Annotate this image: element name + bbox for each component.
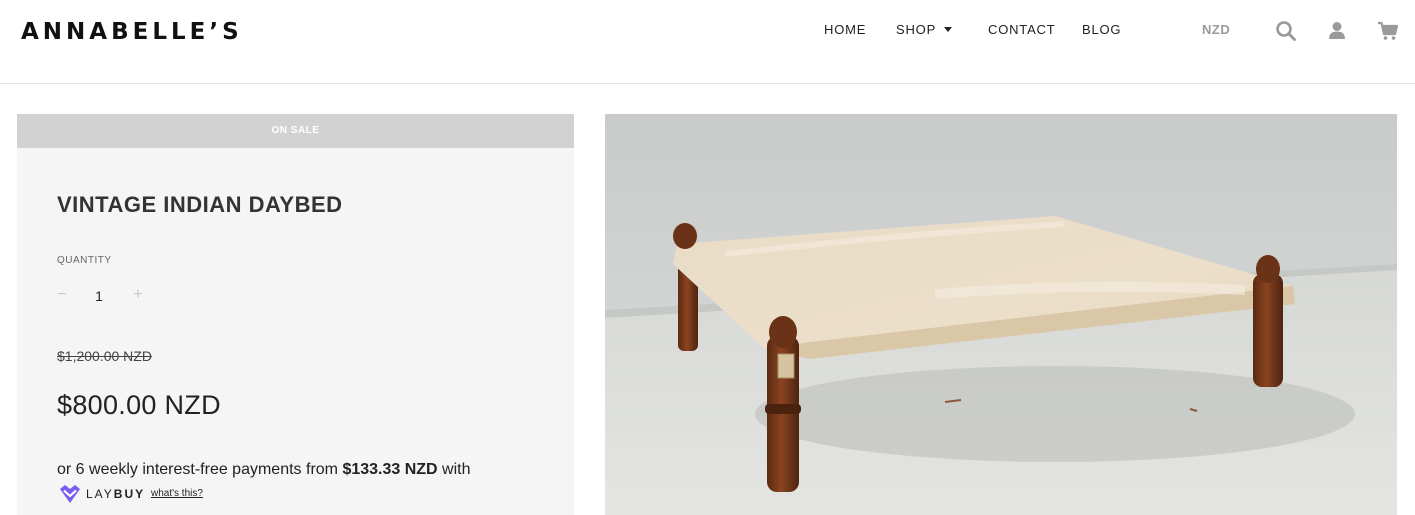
product-info-panel: ON SALE VINTAGE INDIAN DAYBED QUANTITY −… bbox=[17, 114, 574, 515]
search-icon[interactable] bbox=[1275, 20, 1297, 42]
nav-home[interactable]: HOME bbox=[824, 22, 866, 37]
product-title: VINTAGE INDIAN DAYBED bbox=[57, 192, 343, 217]
laybuy-installment-text: or 6 weekly interest-free payments from … bbox=[57, 461, 471, 479]
site-logo[interactable]: ANNABELLE’S bbox=[21, 19, 243, 45]
laybuy-wordmark-light: LAY bbox=[86, 487, 114, 501]
quantity-input[interactable] bbox=[87, 288, 111, 304]
quantity-label: QUANTITY bbox=[57, 255, 112, 266]
laybuy-heart-icon bbox=[60, 485, 80, 503]
currency-selector[interactable]: NZD bbox=[1202, 22, 1230, 37]
nav-shop-label: SHOP bbox=[896, 22, 937, 37]
nav-blog[interactable]: BLOG bbox=[1082, 22, 1121, 37]
laybuy-text-after: with bbox=[437, 461, 471, 478]
laybuy-text-before: or 6 weekly interest-free payments from bbox=[57, 461, 343, 478]
laybuy-installment-amount: $133.33 NZD bbox=[342, 461, 438, 478]
nav-contact[interactable]: CONTACT bbox=[988, 22, 1055, 37]
laybuy-wordmark-bold: BUY bbox=[113, 487, 146, 501]
cart-icon[interactable] bbox=[1377, 20, 1399, 42]
quantity-increase-button[interactable]: + bbox=[131, 286, 145, 304]
user-icon[interactable] bbox=[1326, 20, 1348, 42]
laybuy-whats-this-link[interactable]: what's this? bbox=[151, 488, 203, 499]
laybuy-wordmark: LAYBUY bbox=[86, 487, 145, 501]
quantity-decrease-button[interactable]: − bbox=[55, 286, 69, 304]
site-header: ANNABELLE’S HOME SHOP CONTACT BLOG NZD bbox=[0, 0, 1415, 84]
on-sale-badge: ON SALE bbox=[17, 114, 574, 148]
product-image[interactable] bbox=[605, 114, 1397, 515]
caret-down-icon bbox=[944, 27, 953, 33]
laybuy-logo: LAYBUY bbox=[58, 483, 145, 505]
nav-shop[interactable]: SHOP bbox=[896, 22, 953, 37]
compare-at-price: $1,200.00 NZD bbox=[57, 348, 152, 364]
sale-price: $800.00 NZD bbox=[57, 390, 221, 420]
